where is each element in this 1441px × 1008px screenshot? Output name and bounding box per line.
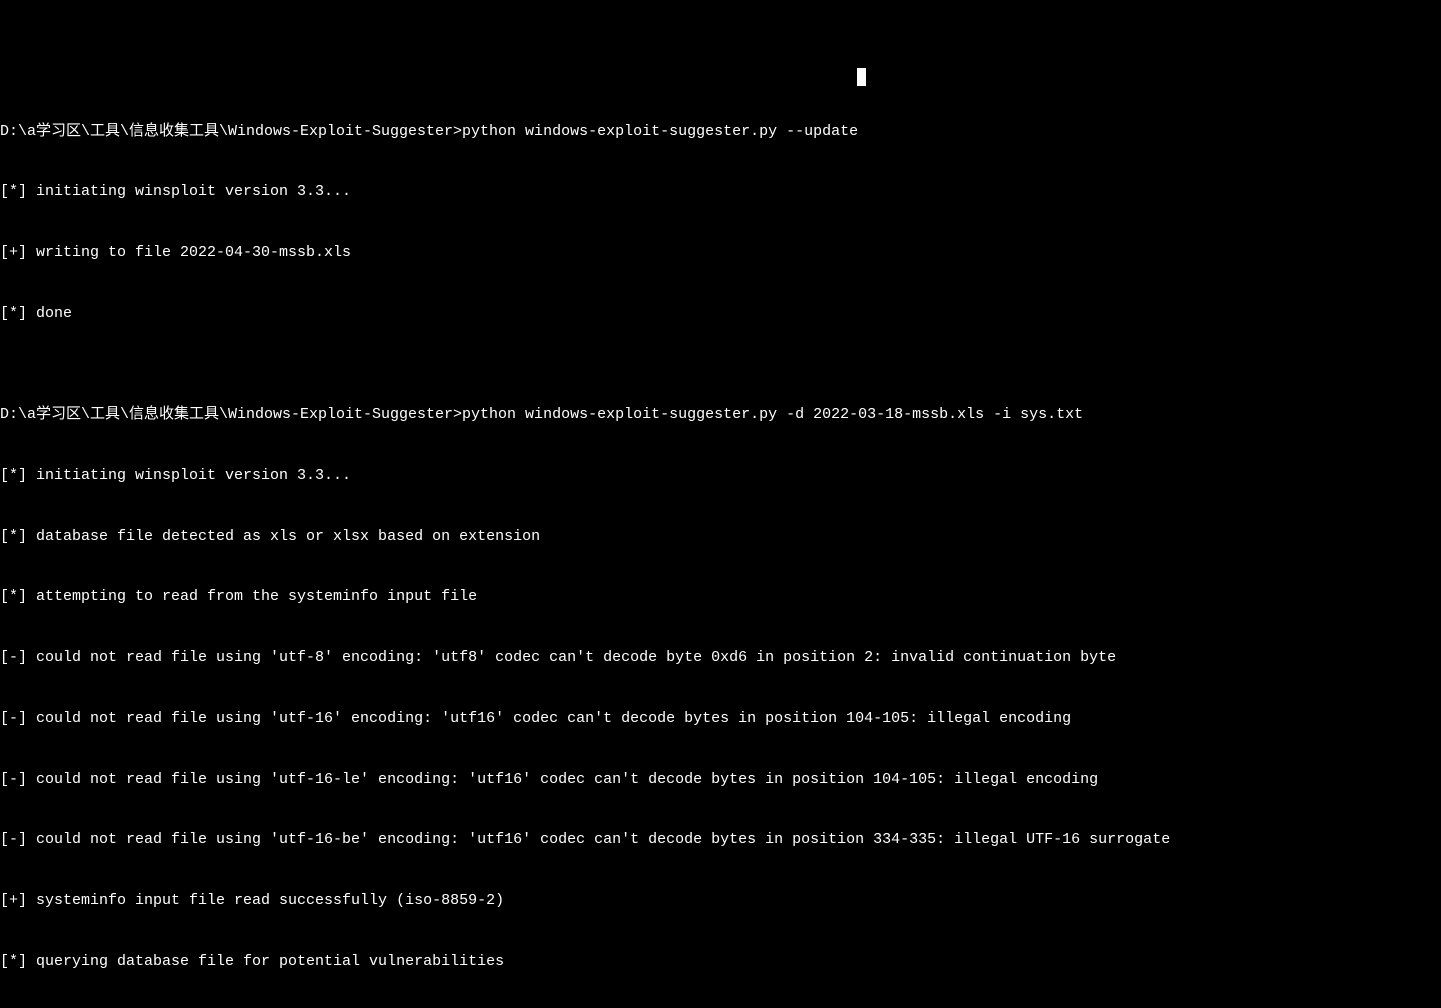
terminal-line: [*] database file detected as xls or xls… xyxy=(0,527,1441,547)
terminal-line: [*] querying database file for potential… xyxy=(0,952,1441,972)
terminal-output[interactable]: D:\a学习区\工具\信息收集工具\Windows-Exploit-Sugges… xyxy=(0,81,1441,1008)
terminal-line: [*] done xyxy=(0,304,1441,324)
terminal-line: [*] initiating winsploit version 3.3... xyxy=(0,466,1441,486)
terminal-line: D:\a学习区\工具\信息收集工具\Windows-Exploit-Sugges… xyxy=(0,405,1441,425)
terminal-line: [-] could not read file using 'utf-8' en… xyxy=(0,648,1441,668)
terminal-line: [*] attempting to read from the systemin… xyxy=(0,587,1441,607)
terminal-line: D:\a学习区\工具\信息收集工具\Windows-Exploit-Sugges… xyxy=(0,122,1441,142)
terminal-line: [-] could not read file using 'utf-16' e… xyxy=(0,709,1441,729)
terminal-line: [*] initiating winsploit version 3.3... xyxy=(0,182,1441,202)
cursor-icon xyxy=(857,68,866,86)
terminal-line: [+] writing to file 2022-04-30-mssb.xls xyxy=(0,243,1441,263)
terminal-line: [-] could not read file using 'utf-16-be… xyxy=(0,830,1441,850)
terminal-line: [+] systeminfo input file read successfu… xyxy=(0,891,1441,911)
terminal-line: [-] could not read file using 'utf-16-le… xyxy=(0,770,1441,790)
